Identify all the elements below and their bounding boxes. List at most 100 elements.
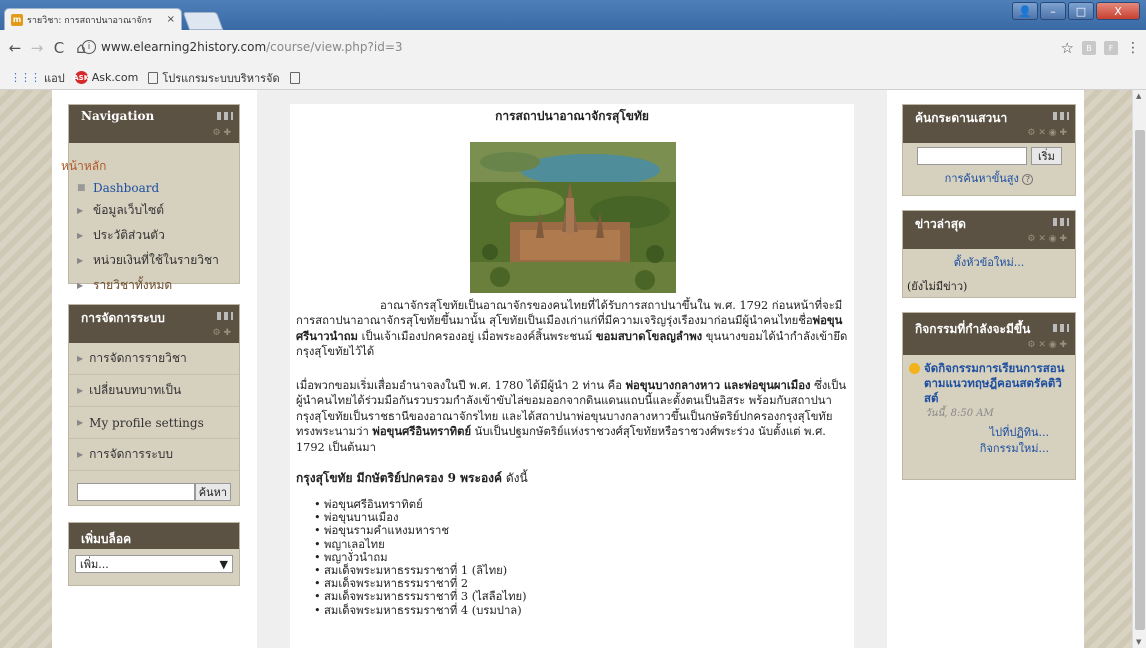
browser-tab[interactable]: m รายวิชา: การสถาปนาอาณาจักร × [4, 8, 182, 30]
nav-item-profile[interactable]: ▶ ประวัติส่วนตัว [77, 223, 231, 248]
bookmark-item-2[interactable] [289, 71, 300, 84]
expand-icon: ▶ [77, 206, 84, 215]
forum-search-input[interactable] [917, 147, 1027, 165]
extension-f-icon[interactable]: F [1104, 41, 1118, 55]
admin-search: ค้นหา [77, 483, 231, 501]
block-dock-icon[interactable] [217, 312, 233, 320]
event-item[interactable]: จัดกิจกรรมการเรียนการสอนตามแนวทฤษฎีคอนสต… [903, 355, 1075, 406]
admin-search-input[interactable] [77, 483, 195, 501]
new-tab-button[interactable] [182, 12, 224, 30]
add-block-select[interactable]: เพิ่ม... ▼ [75, 555, 233, 573]
nav-label: ประวัติส่วนตัว [93, 228, 165, 242]
admin-item-profile-settings[interactable]: ▶ My profile settings [69, 407, 239, 439]
add-topic-link[interactable]: ตั้งหัวข้อใหม่... [907, 253, 1071, 271]
nav-item-dashboard[interactable]: ■ Dashboard [77, 178, 231, 198]
news-title: ข่าวล่าสุด [915, 217, 966, 231]
apps-bookmark[interactable]: ⋮⋮⋮ แอป [10, 69, 65, 87]
expand-icon: ▶ [77, 256, 84, 265]
address-bar[interactable]: i www.elearning2history.com/course/view.… [82, 34, 1092, 60]
admin-label: การจัดการระบบ [89, 447, 174, 461]
admin-search-button[interactable]: ค้นหา [194, 483, 231, 501]
moodle-favicon-icon: m [11, 13, 23, 26]
list-item: พญาเลอไทย [314, 538, 848, 551]
profile-icon[interactable]: 👤 [1012, 2, 1038, 20]
block-actions: ⚙ ✚ [69, 127, 239, 143]
block-actions: ⚙ ✚ [69, 327, 239, 343]
back-button[interactable]: ← [4, 39, 26, 57]
block-dock-icon[interactable] [217, 112, 233, 120]
scrollbar-thumb[interactable] [1135, 130, 1145, 630]
nav-item-all-courses[interactable]: ▶ รายวิชาทั้งหมด [77, 273, 231, 298]
block-dock-icon[interactable] [1053, 218, 1069, 226]
tab-close-icon[interactable]: × [167, 14, 175, 25]
forum-search-button[interactable]: เริ่ม [1031, 147, 1062, 165]
kings-heading-text: กรุงสุโขทัย มีกษัตริย์ปกครอง 9 พระองค์ [296, 471, 503, 485]
block-actions: ⚙ ✕ ◉ ✚ [903, 233, 1075, 249]
admin-list: ▶ การจัดการรายวิชา ▶ เปลี่ยนบทบาทเป็น ▶ My … [69, 343, 239, 471]
page-scrollbar[interactable]: ▲ ▼ [1132, 90, 1146, 648]
url-path: /course/view.php?id=3 [266, 40, 403, 54]
apps-label: แอป [44, 71, 65, 85]
bookmark-label: โปรแกรมระบบบริหารจัด [162, 71, 280, 85]
ask-label: Ask.com [91, 71, 139, 84]
minimize-button[interactable]: – [1040, 2, 1066, 20]
extension-b-icon[interactable]: B [1082, 41, 1096, 55]
advanced-search-link[interactable]: การค้นหาขั้นสูง ? [903, 169, 1075, 187]
para1-text-a: อาณาจักรสุโขทัยเป็นอาณาจักรของคนไทยที่ได… [296, 299, 843, 328]
upcoming-events-block: กิจกรรมที่กำลังจะมีขึ้น ⚙ ✕ ◉ ✚ จัดกิจกร… [902, 312, 1076, 480]
news-body: ตั้งหัวข้อใหม่... (ยังไม่มีข่าว) [903, 249, 1075, 299]
expand-icon: ▶ [77, 386, 84, 395]
scroll-up-icon[interactable]: ▲ [1136, 92, 1141, 100]
main-content: การสถาปนาอาณาจักรสุโขทัย อาณาจักรสุโขทัย… [290, 104, 854, 648]
add-block-title: เพิ่มบล็อค [81, 532, 132, 546]
list-item: สมเด็จพระมหาธรรมราชาที่ 1 (ลิไทย) [314, 564, 848, 577]
close-window-button[interactable]: X [1096, 2, 1140, 20]
gear-icon[interactable]: ⚙ ✕ ◉ ✚ [1027, 128, 1067, 138]
block-header: กิจกรรมที่กำลังจะมีขึ้น [903, 313, 1075, 339]
tab-title: รายวิชา: การสถาปนาอาณาจักร [27, 15, 152, 26]
forward-button[interactable]: → [26, 39, 48, 57]
bookmark-item[interactable]: โปรแกรมระบบบริหารจัด [148, 69, 280, 87]
block-dock-icon[interactable] [1053, 324, 1069, 332]
nav-home-link[interactable]: หน้าหลัก [61, 149, 215, 178]
administration-block: การจัดการระบบ ⚙ ✚ ▶ การจัดการรายวิชา ▶ เปล… [68, 304, 240, 506]
block-dock-icon[interactable] [1053, 112, 1069, 120]
new-event-link[interactable]: กิจกรรมใหม่... [903, 441, 1049, 457]
gear-icon[interactable]: ⚙ ✚ [213, 128, 231, 138]
reload-button[interactable]: C [48, 39, 70, 57]
goto-calendar-link[interactable]: ไปที่ปฏิทิน... [903, 425, 1049, 441]
kings-list: พ่อขุนศรีอินทราทิตย์ พ่อขุนบานเมือง พ่อข… [296, 498, 848, 617]
expand-icon: ▶ [77, 354, 84, 363]
forum-search-row: เริ่ม [917, 147, 1075, 165]
scroll-down-icon[interactable]: ▼ [1136, 638, 1141, 646]
browser-menu-icon[interactable]: ⋮ [1126, 40, 1140, 56]
nav-item-site-info[interactable]: ▶ ข้อมูลเว็บไซต์ [77, 198, 231, 223]
ask-bookmark[interactable]: ASK Ask.com [73, 71, 139, 84]
bookmark-star-icon[interactable]: ☆ [1061, 39, 1074, 57]
admin-item-site-admin[interactable]: ▶ การจัดการระบบ [69, 439, 239, 471]
block-header: การจัดการระบบ [69, 305, 239, 327]
list-item: สมเด็จพระมหาธรรมราชาที่ 4 (บรมปาล) [314, 604, 848, 617]
nav-label: ข้อมูลเว็บไซต์ [93, 203, 165, 217]
dropdown-arrow-icon: ▼ [219, 557, 228, 571]
forum-search-block: ค้นกระดานเสวนา ⚙ ✕ ◉ ✚ เริ่ม การค้นหาขั้… [902, 104, 1076, 196]
gear-icon[interactable]: ⚙ ✕ ◉ ✚ [1027, 340, 1067, 350]
maximize-button[interactable]: □ [1068, 2, 1094, 20]
event-title: จัดกิจกรรมการเรียนการสอนตามแนวทฤษฎีคอนสต… [924, 361, 1065, 405]
admin-item-switch-role[interactable]: ▶ เปลี่ยนบทบาทเป็น [69, 375, 239, 407]
bookmarks-bar: ⋮⋮⋮ แอป ASK Ask.com โปรแกรมระบบบริหารจัด [0, 66, 1146, 90]
help-icon[interactable]: ? [1022, 174, 1034, 185]
expand-icon: ▶ [77, 450, 84, 459]
block-header: เพิ่มบล็อค [69, 523, 239, 549]
list-item: พ่อขุนบานเมือง [314, 511, 848, 524]
nav-item-course-units[interactable]: ▶ หน่วยเงินที่ใช้ในรายวิชา [77, 248, 231, 273]
history-paragraph: เมื่อพวกขอมเริ่มเสื่อมอำนาจลงในปี พ.ศ. 1… [296, 378, 848, 455]
gear-icon[interactable]: ⚙ ✚ [213, 328, 231, 338]
events-title: กิจกรรมที่กำลังจะมีขึ้น [915, 322, 1031, 336]
page-heading: การสถาปนาอาณาจักรสุโขทัย [495, 109, 649, 123]
block-header: Navigation [69, 105, 239, 127]
admin-item-course[interactable]: ▶ การจัดการรายวิชา [69, 343, 239, 375]
gear-icon[interactable]: ⚙ ✕ ◉ ✚ [1027, 234, 1067, 244]
site-info-icon[interactable]: i [82, 40, 96, 54]
nav-label: รายวิชาทั้งหมด [93, 278, 173, 292]
